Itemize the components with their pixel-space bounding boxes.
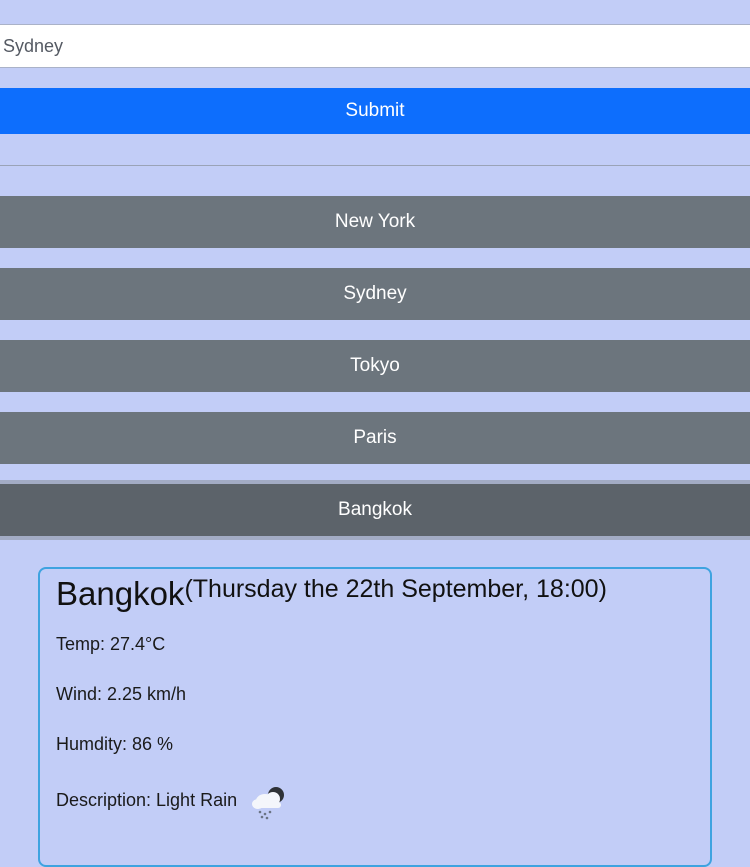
history-button-new-york[interactable]: New York	[0, 196, 750, 248]
history-button-tokyo[interactable]: Tokyo	[0, 340, 750, 392]
history-button-bangkok[interactable]: Bangkok	[0, 484, 750, 536]
divider	[0, 165, 750, 166]
description-row: Description: Light Rain	[56, 787, 694, 820]
history-button-paris[interactable]: Paris	[0, 412, 750, 464]
top-spacer	[0, 0, 750, 24]
light-rain-icon	[249, 784, 287, 820]
history-button-sydney[interactable]: Sydney	[0, 268, 750, 320]
weather-heading: Bangkok (Thursday the 22th September, 18…	[56, 575, 694, 613]
submit-button[interactable]: Submit	[0, 88, 750, 134]
weather-card: Bangkok (Thursday the 22th September, 18…	[38, 567, 712, 867]
weather-date: (Thursday the 22th September, 18:00)	[184, 575, 607, 603]
temperature-text: Temp: 27.4°C	[56, 633, 166, 654]
humidity-text: Humdity: 86 %	[56, 733, 174, 754]
description-text: Description: Light Rain	[56, 789, 238, 810]
wind-text: Wind: 2.25 km/h	[56, 683, 187, 704]
weather-city: Bangkok	[56, 575, 185, 612]
city-search-input[interactable]	[0, 24, 750, 68]
